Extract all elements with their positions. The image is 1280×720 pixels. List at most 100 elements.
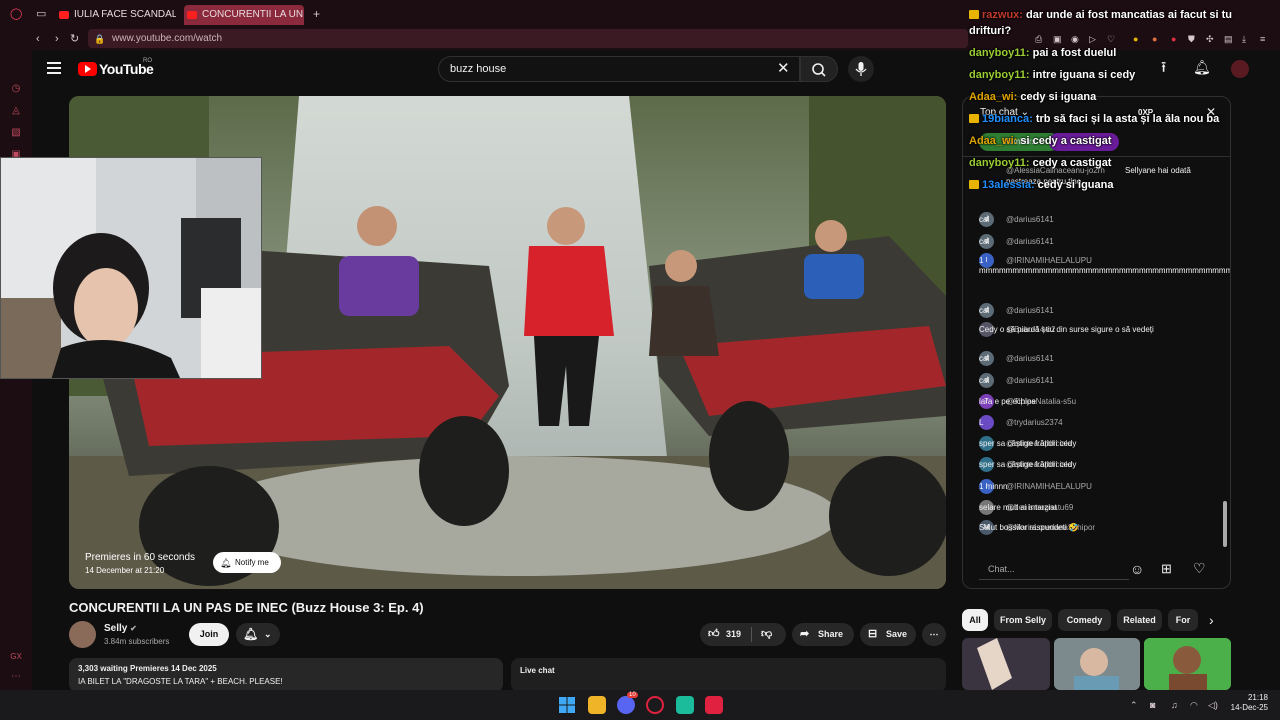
- related-thumbnail[interactable]: [962, 638, 1050, 690]
- mic-tray-icon[interactable]: ♫: [1171, 699, 1178, 711]
- overlay-chat-line: 13alessia: cedy si iguana: [969, 178, 1113, 192]
- extension-icon[interactable]: ●: [1133, 33, 1138, 45]
- voice-search-button[interactable]: [848, 56, 874, 82]
- related-thumbnail[interactable]: [1144, 638, 1231, 690]
- chat-text: 1 mmmmmmmmmmmmmmmmmmmmmmmmmmmmmmmmmmmmmm…: [979, 256, 1231, 275]
- start-button[interactable]: [558, 696, 576, 714]
- overlay-chat-line: razwux: dar unde ai fost mancatias ai fa…: [969, 8, 1232, 22]
- heart-icon[interactable]: ♡: [1107, 33, 1115, 45]
- back-icon[interactable]: ‹: [36, 33, 40, 45]
- shield-icon[interactable]: ⛊: [1188, 33, 1195, 45]
- premiere-date: 14 December at 21:20: [85, 566, 165, 575]
- chip-all[interactable]: All: [962, 609, 988, 631]
- chat-text: Sellyane hai odată: [1125, 166, 1191, 175]
- chat-scrollbar[interactable]: [1223, 501, 1227, 547]
- video-title: CONCURENTII LA UN PAS DE INEC (Buzz Hous…: [69, 600, 424, 615]
- discord-icon[interactable]: 10: [617, 692, 638, 714]
- youtube-logo-icon[interactable]: [78, 62, 97, 76]
- more-actions-button[interactable]: ⋯: [922, 623, 946, 646]
- extension-icon[interactable]: ●: [1171, 33, 1176, 45]
- chat-text: cal: [979, 376, 990, 385]
- description-box[interactable]: 3,303 waiting Premieres 14 Dec 2025 IA B…: [69, 658, 503, 692]
- download-icon[interactable]: ⤓: [1242, 33, 1246, 45]
- dislike-icon[interactable]: 👎︎: [761, 623, 772, 646]
- cube-icon[interactable]: ▣: [1053, 33, 1062, 45]
- extension-icon[interactable]: ●: [1152, 33, 1157, 45]
- url-field[interactable]: 🔒 www.youtube.com/watch: [88, 29, 968, 48]
- discord-tray-icon[interactable]: ◙: [1150, 699, 1155, 711]
- chip-from-selly[interactable]: From Selly: [994, 609, 1052, 631]
- app-icon[interactable]: [676, 696, 694, 714]
- tray-chevron-icon[interactable]: ⌃: [1130, 699, 1138, 711]
- chat-text: Cedy o să piardă știu din surse sigure o…: [979, 325, 1154, 334]
- related-thumbnail[interactable]: [1054, 638, 1140, 690]
- chat-username[interactable]: @darius6141: [1006, 354, 1054, 364]
- like-count[interactable]: 319: [726, 623, 741, 646]
- volume-icon[interactable]: ◁): [1208, 699, 1218, 711]
- chat-username[interactable]: @darius6141: [1006, 376, 1054, 386]
- save-button[interactable]: ⊟ Save: [860, 623, 916, 646]
- menu-button[interactable]: [47, 62, 61, 77]
- opera-gx-icon[interactable]: [646, 696, 664, 714]
- chat-username[interactable]: @trydarius2374: [1006, 418, 1063, 428]
- twitch-icon[interactable]: ▧: [10, 127, 22, 139]
- gx-icon[interactable]: GX: [10, 651, 22, 663]
- play-icon[interactable]: ▷: [1089, 33, 1096, 45]
- channel-avatar[interactable]: [69, 621, 96, 648]
- chip-comedy[interactable]: Comedy: [1058, 609, 1111, 631]
- aria-icon[interactable]: ◬: [10, 105, 22, 117]
- channel-name[interactable]: Selly ✔: [104, 623, 137, 634]
- chevron-right-icon[interactable]: ›: [1209, 613, 1214, 627]
- overlay-username: razwux: [982, 9, 1020, 21]
- tab-iulia[interactable]: IULIA FACE SCANDAL LA: [56, 5, 176, 25]
- history-icon[interactable]: ◷: [10, 83, 22, 95]
- chat-username[interactable]: @IRINAMIHAELALUPU: [1006, 482, 1092, 492]
- premiere-countdown: Premieres in 60 seconds 14 December at 2…: [85, 552, 195, 575]
- notify-me-button[interactable]: 🔔︎ Notify me: [213, 552, 281, 573]
- description-text: IA BILET LA "DRAGOSTE LA TARA" + BEACH. …: [78, 677, 283, 686]
- clear-search-icon[interactable]: ✕: [777, 60, 790, 78]
- like-icon[interactable]: 👍︎: [708, 623, 720, 646]
- notification-badge: 10: [627, 692, 638, 698]
- clipboard-icon[interactable]: ▤: [1224, 33, 1233, 45]
- snapshot-icon[interactable]: ⎙: [1035, 33, 1042, 45]
- heart-icon[interactable]: ♡: [1193, 560, 1206, 577]
- more-icon[interactable]: ⋯: [10, 671, 22, 683]
- share-button[interactable]: ➦ Share: [792, 623, 854, 646]
- menu-icon[interactable]: ≡: [1260, 33, 1265, 45]
- account-avatar[interactable]: [1231, 60, 1249, 78]
- tab-concurentii[interactable]: CONCURENTII LA UN PAS: [184, 5, 304, 25]
- thumbnail-image: [962, 638, 1050, 690]
- chip-for[interactable]: For: [1168, 609, 1198, 631]
- clock[interactable]: 21:18 14-Dec-25: [1228, 693, 1268, 713]
- overlay-separator: :: [1025, 47, 1033, 59]
- super-chat-icon[interactable]: ⊞: [1161, 561, 1172, 577]
- chat-username[interactable]: @darius6141: [1006, 306, 1054, 316]
- overlay-chat-line: Adaa_wi: cedy si iguana: [969, 90, 1096, 104]
- overlay-chat-line: 19bianca: trb să faci și la asta și la ă…: [969, 112, 1219, 126]
- emoji-icon[interactable]: ☺: [1130, 561, 1144, 577]
- opera-logo-icon[interactable]: ◯: [10, 8, 22, 20]
- tab-island-icon[interactable]: ▭: [36, 8, 46, 20]
- reload-icon[interactable]: ↻: [70, 33, 79, 45]
- extensions-icon[interactable]: ✣: [1206, 33, 1214, 45]
- search-button[interactable]: [800, 56, 838, 82]
- new-tab-icon[interactable]: +: [313, 8, 320, 20]
- notifications-bell-icon[interactable]: 🔔︎: [1193, 60, 1211, 74]
- forward-icon[interactable]: ›: [55, 33, 59, 45]
- file-explorer-icon[interactable]: [588, 696, 606, 714]
- wifi-icon[interactable]: ◠: [1190, 699, 1198, 711]
- chat-input[interactable]: Chat...: [979, 559, 1129, 580]
- lock-icon: 🔒: [94, 34, 106, 44]
- webcam-overlay: [0, 157, 262, 379]
- upload-icon[interactable]: ⭱: [1161, 60, 1166, 75]
- tiktok-icon[interactable]: [705, 696, 723, 714]
- join-button[interactable]: Join: [189, 623, 229, 646]
- chat-username[interactable]: @darius6141: [1006, 215, 1054, 225]
- camera-icon[interactable]: ◉: [1071, 33, 1079, 45]
- overlay-text: drifturi?: [969, 25, 1012, 37]
- search-input[interactable]: buzz house: [438, 56, 800, 82]
- subscribe-bell-button[interactable]: 🔔︎ ⌄: [236, 623, 280, 646]
- chip-related[interactable]: Related: [1117, 609, 1162, 631]
- chat-username[interactable]: @darius6141: [1006, 237, 1054, 247]
